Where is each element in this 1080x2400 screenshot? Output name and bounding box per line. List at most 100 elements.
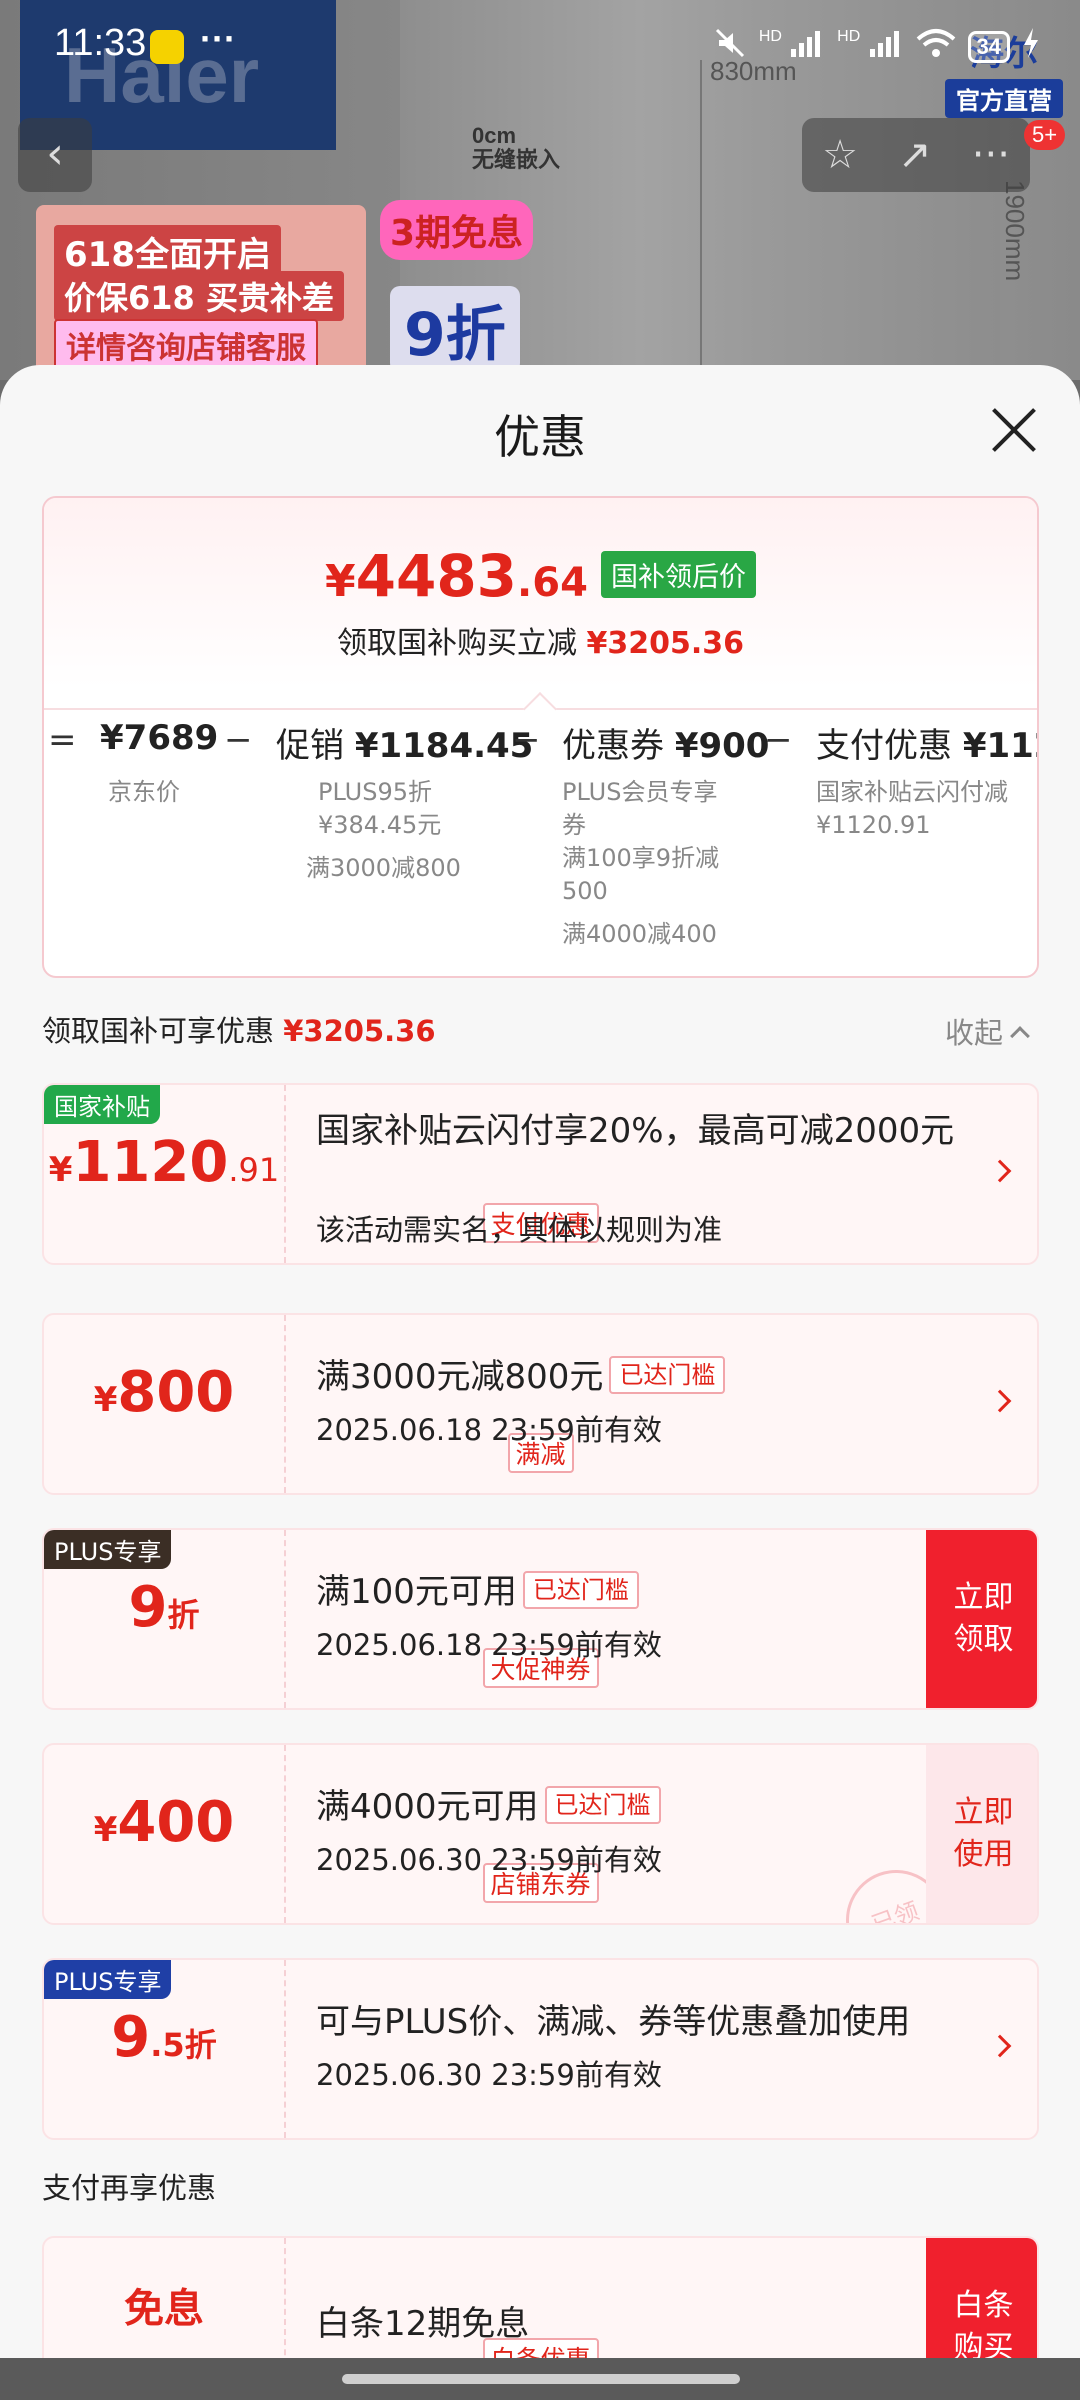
coupon-card[interactable]: 国家补贴 ¥1120.91 支付优惠 国家补贴云闪付享20%，最高可减2000元…: [42, 1083, 1039, 1265]
coupon-title: 满4000元可用 已达门槛: [316, 1785, 956, 1829]
coupon-title-text: 满3000元减800元: [316, 1357, 604, 1397]
chevron-right-icon: [988, 2034, 1012, 2058]
coupon-card: ¥400 店铺东券 满4000元可用 已达门槛 2025.06.30 23:59前…: [42, 1743, 1039, 1925]
collapse-label: 收起: [945, 1016, 1004, 1050]
share-icon[interactable]: ↗: [898, 132, 932, 178]
threshold-met-tag: 已达门槛: [522, 1571, 639, 1609]
breakdown-row: = ¥7689 − 促销 ¥1184.45 − 优惠券 ¥900 − 支付优惠 …: [44, 708, 1037, 768]
message-count-badge: 5+: [1024, 120, 1066, 150]
final-price-decimal: .64: [517, 560, 588, 606]
chevron-right-icon: [988, 1159, 1012, 1183]
payment-section-header: 支付再享优惠: [42, 2165, 216, 2207]
network-type-2: HD: [837, 27, 861, 45]
promo-value: ¥1184.45: [354, 726, 534, 766]
mute-icon: [713, 26, 747, 67]
coupon-amount-display: ¥400: [44, 1790, 284, 1855]
baitiao-buy-label: 白条购买: [953, 2288, 1014, 2365]
embed-label-size: 0cm: [472, 123, 517, 148]
status-bar: 11:33 ··· HD HD 34: [0, 0, 1080, 90]
nav-actions: ☆ ↗ ···: [802, 118, 1030, 192]
coupon-validity: 2025.06.18 23:59前有效: [316, 1413, 662, 1447]
coupon-card[interactable]: PLUS专享 9.5折 可与PLUS价、满减、券等优惠叠加使用 2025.06.…: [42, 1958, 1039, 2140]
use-now-button[interactable]: 立即使用: [926, 1745, 1037, 1923]
coupon-validity: 2025.06.30 23:59前有效: [316, 2058, 662, 2092]
collapse-toggle[interactable]: 收起: [945, 1010, 1030, 1052]
coupon-amount-display: ¥800: [44, 1360, 284, 1425]
coupon-value: 400: [117, 1790, 235, 1855]
section-title: 支付再享优惠: [42, 2171, 217, 2205]
back-button[interactable]: ‹: [18, 118, 92, 192]
claim-now-button[interactable]: 立即领取: [926, 1530, 1037, 1708]
embed-label-text: 无缝嵌入: [472, 147, 561, 173]
sheet-title: 优惠: [494, 410, 586, 464]
coupon-amount-display: 9折: [44, 1575, 284, 1640]
coupon-note: 满4000减400: [562, 920, 717, 948]
subsidy-summary-label: 领取国补购买立减: [336, 626, 577, 661]
section-title: 领取国补可享优惠: [42, 1014, 275, 1048]
currency-symbol: ¥: [93, 1810, 118, 1850]
coupon-validity: 2025.06.18 23:59前有效: [316, 1628, 662, 1662]
coupon-value: 1120: [72, 1130, 229, 1195]
home-indicator[interactable]: [342, 2374, 740, 2384]
currency-symbol: ¥: [93, 1380, 118, 1420]
fridge-door-split: [700, 60, 702, 380]
promo-line-2: 价保618 买贵补差: [54, 271, 344, 321]
status-time: 11:33: [54, 22, 147, 64]
signal-icon-2: HD: [837, 28, 903, 66]
price-breakdown-card: ¥4483.64 国补领后价 领取国补购买立减 ¥3205.36 = ¥7689…: [42, 496, 1039, 978]
favorite-icon[interactable]: ☆: [822, 132, 858, 178]
close-icon[interactable]: [990, 405, 1040, 455]
jd-price-label: 京东价: [108, 778, 180, 806]
promo-note: ¥384.45元: [318, 811, 442, 839]
coupon-separator: [284, 1530, 286, 1708]
pay-discount-note: ¥1120.91: [816, 811, 931, 839]
coupon-separator: [284, 1315, 286, 1493]
threshold-met-tag: 已达门槛: [544, 1786, 661, 1824]
discount-badge: 9折: [390, 286, 520, 373]
coupon-amount-display: ¥1120.91: [44, 1130, 284, 1195]
coupon-amount-display: 9.5折: [44, 2005, 284, 2070]
embed-label: 0cm 无缝嵌入: [472, 123, 561, 173]
claim-now-label: 立即领取: [953, 1580, 1014, 1657]
coupon-title-text: 满4000元可用: [316, 1787, 539, 1827]
threshold-met-tag: 已达门槛: [609, 1356, 726, 1394]
more-icon[interactable]: ···: [972, 132, 1010, 178]
pay-discount-value: ¥1120: [962, 726, 1037, 766]
coupon-note: 满100享9折减: [562, 844, 720, 872]
coupon-separator: [284, 1085, 286, 1263]
jd-price-value: ¥7689: [100, 718, 219, 758]
coupon-title-text: 满100元可用: [316, 1572, 517, 1612]
use-now-label: 立即使用: [953, 1795, 1014, 1872]
wifi-icon: [916, 27, 956, 66]
coupon-value: 800: [117, 1360, 235, 1425]
jd-price: ¥7689: [100, 718, 218, 758]
pay-discount-note: 国家补贴云闪付减: [816, 778, 1008, 806]
status-more-icon: ···: [200, 18, 236, 59]
subsidy-section-header: 领取国补可享优惠 ¥3205.36: [42, 1008, 436, 1050]
coupon-separator: [284, 1745, 286, 1923]
final-price-currency: ¥: [324, 556, 356, 607]
battery-level: 34: [976, 33, 1001, 59]
minus-sign: −: [512, 720, 541, 760]
coupon-card[interactable]: ¥800 满减 满3000元减800元 已达门槛 2025.06.18 23:59…: [42, 1313, 1039, 1495]
coupon-desc: 该活动需实名，具体以规则为准: [316, 1213, 723, 1247]
height-dimension: 1900mm: [1000, 180, 1030, 282]
coupon-value: ¥900: [674, 726, 770, 766]
status-indicators: HD HD 34: [713, 26, 1040, 67]
coupon-validity: 2025.06.30 23:59前有效: [316, 1843, 662, 1877]
coupon-separator: [284, 1960, 286, 2138]
back-icon: ‹: [46, 128, 64, 179]
promo-amount: 促销 ¥1184.45: [276, 718, 533, 767]
promo-note: PLUS95折: [318, 778, 432, 806]
pay-discount-label: 支付优惠: [816, 726, 952, 766]
interest-free-badge: 3期免息: [380, 200, 534, 260]
coupon-value: 免息: [124, 2286, 204, 2332]
equals-sign: =: [48, 720, 77, 760]
discount-sheet: 优惠 ¥4483.64 国补领后价 领取国补购买立减 ¥3205.36 = ¥7…: [0, 365, 1080, 2400]
coupon-amount: 优惠券 ¥900: [562, 718, 769, 767]
section-amount: ¥3205.36: [283, 1014, 436, 1048]
coupon-unit: 折: [167, 1596, 200, 1634]
network-type-1: HD: [758, 27, 782, 45]
minus-sign: −: [224, 720, 253, 760]
signal-icon-1: HD: [759, 28, 825, 66]
